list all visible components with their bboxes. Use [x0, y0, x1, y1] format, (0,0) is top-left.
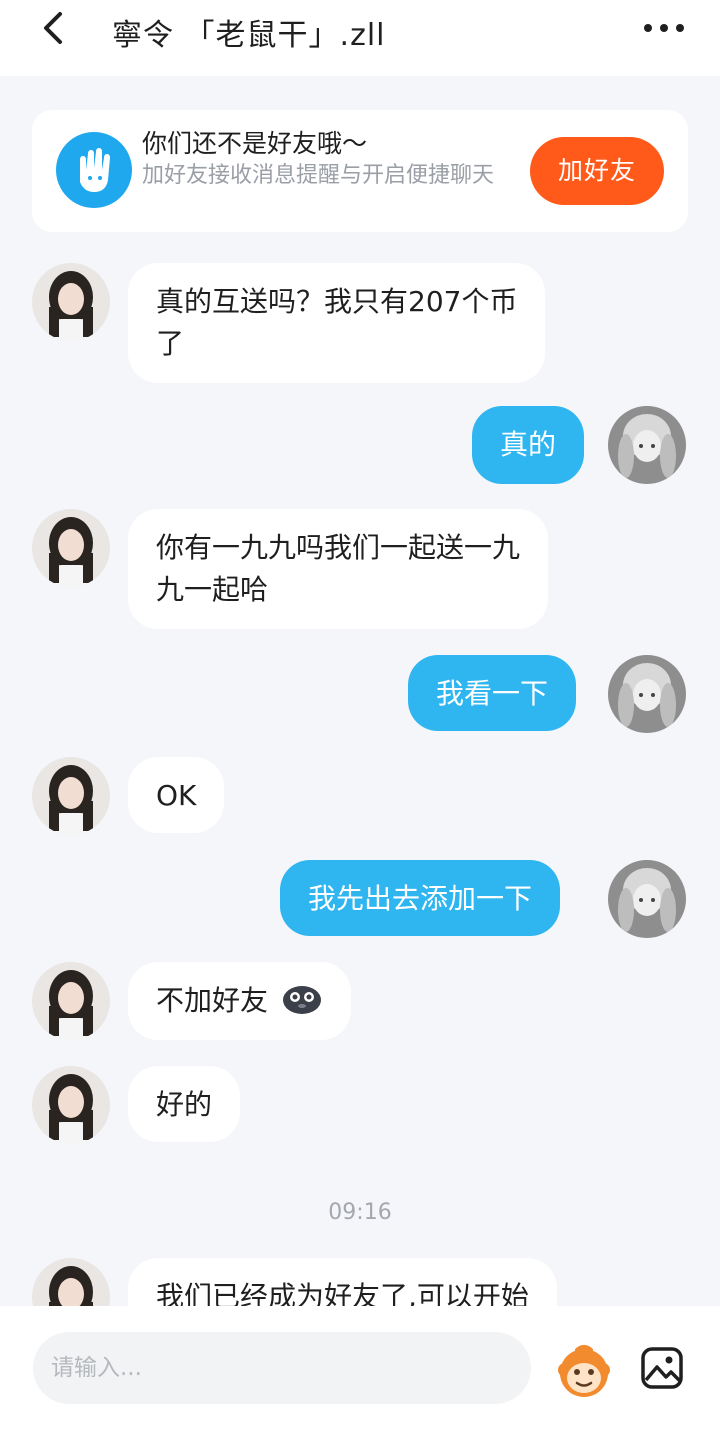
more-button[interactable]: [640, 18, 690, 38]
banner-title: 你们还不是好友哦～: [142, 129, 368, 158]
my-avatar[interactable]: [608, 860, 686, 938]
add-friend-button[interactable]: 加好友: [530, 137, 664, 205]
message-bubble[interactable]: 我先出去添加一下: [280, 860, 561, 936]
message-text: 我看一下: [436, 677, 549, 710]
message-bubble[interactable]: OK: [128, 757, 225, 833]
monkey-emoji-icon: [558, 1345, 610, 1397]
hand-wave-icon: [56, 132, 132, 208]
back-button[interactable]: [34, 6, 78, 50]
banner-subtitle: 加好友接收消息提醒与开启便捷聊天: [142, 163, 495, 188]
more-dots-icon: [644, 24, 684, 32]
message-bubble[interactable]: 真的互送吗？我只有207个币 了: [128, 263, 546, 383]
message-bubble[interactable]: 你有一九九吗我们一起送一九 九一起哈: [128, 509, 549, 629]
avatar[interactable]: [32, 757, 110, 835]
chevron-left-icon: [44, 12, 62, 44]
message-text: 真的: [500, 428, 557, 461]
emoji-sticker-icon: [282, 986, 321, 1014]
message-text: 好的: [156, 1088, 213, 1121]
message-bubble[interactable]: 真的: [472, 406, 585, 484]
message-text: 我先出去添加一下: [308, 882, 533, 915]
top-bar: 寧令 「老鼠干」.zll: [0, 0, 720, 76]
message-text: 真的互送吗？我只有207个币: [156, 285, 518, 318]
avatar[interactable]: [32, 509, 110, 587]
message-bubble[interactable]: 不加好友: [128, 962, 351, 1040]
emoji-button[interactable]: [555, 1342, 613, 1400]
composer-bar: 请输入...: [0, 1306, 720, 1432]
my-avatar[interactable]: [608, 406, 686, 484]
message-text: OK: [156, 779, 197, 812]
message-text: 九一起哈: [156, 573, 269, 606]
message-bubble[interactable]: 好的: [128, 1066, 241, 1142]
avatar[interactable]: [32, 962, 110, 1040]
message-text: 你有一九九吗我们一起送一九: [156, 531, 521, 564]
message-input[interactable]: 请输入...: [33, 1332, 531, 1404]
message-text: 了: [156, 327, 185, 360]
not-friends-banner: 你们还不是好友哦～ 加好友接收消息提醒与开启便捷聊天 加好友: [32, 110, 688, 232]
chat-title: 寧令 「老鼠干」.zll: [112, 18, 386, 53]
message-bubble[interactable]: 我看一下: [408, 655, 577, 731]
image-icon: [641, 1347, 683, 1389]
timestamp: 09:16: [328, 1200, 392, 1225]
my-avatar[interactable]: [608, 655, 686, 733]
image-button[interactable]: [640, 1346, 684, 1390]
avatar[interactable]: [32, 263, 110, 341]
message-text: 不加好友: [156, 984, 269, 1017]
avatar[interactable]: [32, 1066, 110, 1144]
